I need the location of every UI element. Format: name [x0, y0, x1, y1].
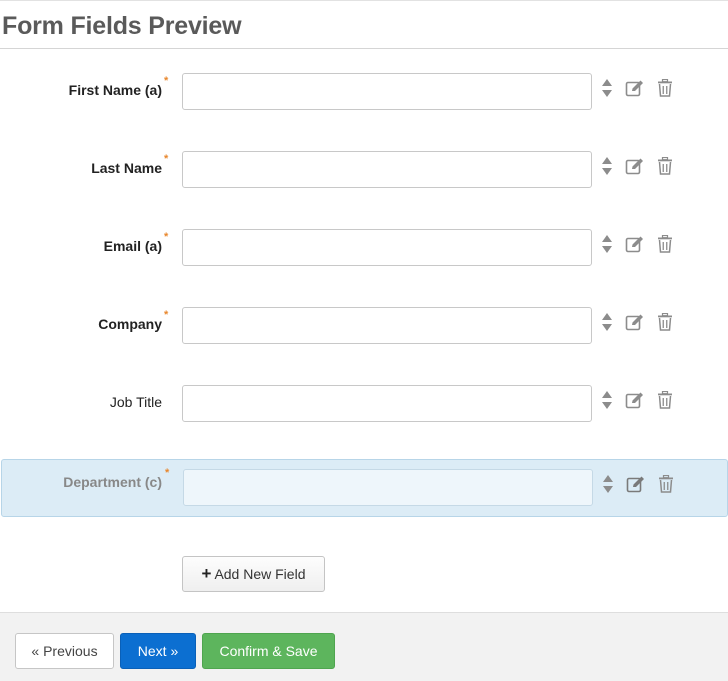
edit-icon[interactable] — [626, 473, 646, 495]
previous-button[interactable]: « Previous — [15, 633, 114, 669]
edit-icon[interactable] — [625, 77, 645, 99]
first-name-input[interactable] — [182, 73, 592, 110]
form-field-row[interactable]: Last Name * — [0, 141, 728, 199]
plus-icon: + — [201, 563, 212, 583]
sort-arrows-icon[interactable] — [597, 155, 617, 177]
last-name-input[interactable] — [182, 151, 592, 188]
trash-icon[interactable] — [656, 473, 676, 495]
form-field-row[interactable]: First Name (a) * — [0, 63, 728, 121]
field-label: Last Name — [91, 160, 162, 176]
top-divider — [0, 0, 728, 1]
edit-icon[interactable] — [625, 311, 645, 333]
email-input[interactable] — [182, 229, 592, 266]
sort-arrows-icon[interactable] — [597, 233, 617, 255]
title-divider — [0, 48, 728, 49]
field-label: Company — [98, 316, 162, 332]
job-title-input[interactable] — [182, 385, 592, 422]
form-field-row[interactable]: Job Title — [0, 375, 728, 433]
footer-bar: « Previous Next » Confirm & Save — [0, 612, 728, 681]
sort-arrows-icon[interactable] — [597, 77, 617, 99]
trash-icon[interactable] — [655, 389, 675, 411]
required-marker: * — [164, 153, 169, 165]
required-marker: * — [164, 309, 169, 321]
trash-icon[interactable] — [655, 155, 675, 177]
edit-icon[interactable] — [625, 233, 645, 255]
sort-arrows-icon[interactable] — [597, 389, 617, 411]
trash-icon[interactable] — [655, 77, 675, 99]
trash-icon[interactable] — [655, 233, 675, 255]
add-new-field-label: Add New Field — [214, 566, 306, 582]
department-input[interactable] — [183, 469, 593, 506]
company-input[interactable] — [182, 307, 592, 344]
field-label: Department (c) — [63, 474, 162, 490]
form-field-row[interactable]: Email (a) * — [0, 219, 728, 277]
next-button[interactable]: Next » — [120, 633, 196, 669]
required-marker: * — [164, 231, 169, 243]
form-field-row[interactable]: Company * — [0, 297, 728, 355]
field-label: Email (a) — [103, 238, 162, 254]
sort-arrows-icon[interactable] — [597, 311, 617, 333]
required-marker: * — [165, 467, 170, 479]
confirm-save-button[interactable]: Confirm & Save — [202, 633, 335, 669]
form-field-row-selected[interactable]: Department (c) * — [1, 459, 728, 517]
trash-icon[interactable] — [655, 311, 675, 333]
required-marker: * — [164, 75, 169, 87]
edit-icon[interactable] — [625, 155, 645, 177]
add-new-field-button[interactable]: + Add New Field — [182, 556, 325, 592]
edit-icon[interactable] — [625, 389, 645, 411]
field-label: First Name (a) — [68, 82, 162, 98]
field-label: Job Title — [109, 394, 162, 410]
page-title: Form Fields Preview — [2, 12, 242, 40]
sort-arrows-icon[interactable] — [598, 473, 618, 495]
